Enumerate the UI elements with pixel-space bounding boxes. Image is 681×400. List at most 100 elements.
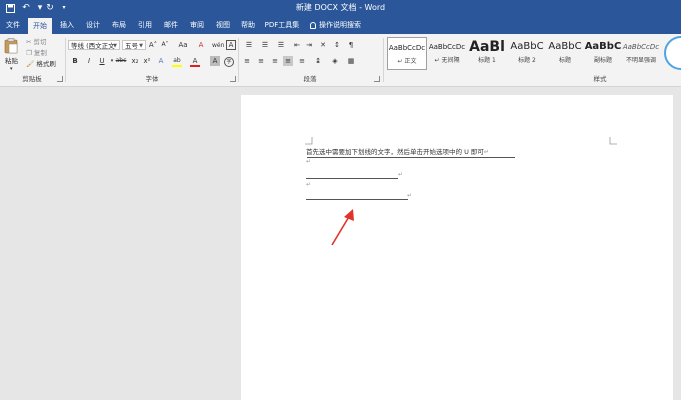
highlight-button[interactable]: ab xyxy=(172,56,182,67)
grow-font-button[interactable]: A˄ xyxy=(148,40,158,50)
ribbon-tab-bar: 文件 开始 插入 设计 布局 引用 邮件 审阅 视图 帮助 PDF工具集 操作说… xyxy=(0,16,681,34)
tab-pdf-tools[interactable]: PDF工具集 xyxy=(262,16,302,34)
align-center-button[interactable]: ≡ xyxy=(256,56,266,66)
tab-insert[interactable]: 插入 xyxy=(56,16,78,34)
tab-file[interactable]: 文件 xyxy=(2,16,24,34)
highlight-color-bar xyxy=(172,65,182,67)
justify-icon: ≡ xyxy=(285,57,291,65)
style-subtitle[interactable]: AaBbC 副标题 xyxy=(583,37,623,70)
change-case-button[interactable]: Aa xyxy=(176,40,190,50)
cut-button[interactable]: ✂ 剪切 xyxy=(26,37,47,47)
group-divider xyxy=(238,38,239,82)
align-left-button[interactable]: ≡ xyxy=(242,56,252,66)
numbering-icon: ☰ xyxy=(261,41,269,49)
lightbulb-icon xyxy=(310,21,316,29)
format-painter-button[interactable]: 🖌 格式刷 xyxy=(26,59,56,69)
tab-references[interactable]: 引用 xyxy=(134,16,156,34)
char-border-button[interactable]: A xyxy=(226,40,236,50)
paste-button[interactable] xyxy=(4,38,20,54)
paragraph-mark: ↵ xyxy=(306,181,312,188)
align-right-icon: ≡ xyxy=(272,57,278,65)
tab-layout[interactable]: 布局 xyxy=(108,16,130,34)
distributed-button[interactable]: ≡ xyxy=(297,56,307,66)
style-subtle-emphasis[interactable]: AaBbCcDc 不明显强调 xyxy=(622,37,660,70)
decrease-indent-button[interactable]: ⇤ xyxy=(292,40,302,50)
tell-me-search[interactable]: 操作说明搜索 xyxy=(310,16,370,34)
char-shading-button[interactable]: A xyxy=(210,56,220,66)
document-line-1[interactable]: 首先选中需要加下划线的文字，然后单击开始选项中的 U 即可↵ xyxy=(306,148,489,157)
margin-corner-top-right xyxy=(609,137,617,145)
superscript-button[interactable]: x² xyxy=(142,56,152,66)
show-marks-button[interactable]: ¶ xyxy=(346,40,356,50)
paragraph-mark: ↵ xyxy=(483,148,490,156)
chinese-layout-button[interactable]: ✕ xyxy=(318,40,328,50)
clear-formatting-button[interactable]: A xyxy=(196,40,206,50)
decrease-indent-icon: ⇤ xyxy=(294,41,300,49)
style-no-spacing[interactable]: AaBbCcDc ↵ 无间隔 xyxy=(427,37,467,70)
multilevel-list-icon: ☰ xyxy=(277,41,285,49)
annotation-arrow xyxy=(331,209,354,246)
chevron-down-icon: ▼ xyxy=(113,43,117,49)
paste-dropdown-icon[interactable]: ▾ xyxy=(10,64,13,74)
increase-indent-icon: ⇥ xyxy=(306,41,312,49)
align-right-button[interactable]: ≡ xyxy=(270,56,280,66)
bullets-button[interactable]: ☰ xyxy=(242,40,256,50)
line-spacing-button[interactable]: ↨ xyxy=(313,56,323,66)
font-name-dropdown[interactable]: 等线 (西文正文 ▼ xyxy=(68,40,120,50)
enclose-char-button[interactable]: 字 xyxy=(224,56,234,67)
font-color-bar xyxy=(190,65,200,67)
numbering-button[interactable]: ☰ xyxy=(258,40,272,50)
chevron-down-icon: ▼ xyxy=(139,43,143,49)
font-size-dropdown[interactable]: 五号 ▼ xyxy=(122,40,146,50)
tab-home[interactable]: 开始 xyxy=(28,18,52,34)
tab-review[interactable]: 审阅 xyxy=(186,16,208,34)
line-spacing-icon: ↨ xyxy=(315,57,321,65)
copy-icon: ❐ xyxy=(26,49,32,57)
sort-button[interactable]: ↕ xyxy=(332,40,342,50)
justify-button[interactable]: ≡ xyxy=(283,56,293,66)
bold-button[interactable]: B xyxy=(70,56,80,66)
underline-blank-2[interactable] xyxy=(306,199,408,200)
subscript-button[interactable]: x₂ xyxy=(130,56,140,66)
styles-group-label: 样式 xyxy=(593,75,607,83)
tab-view[interactable]: 视图 xyxy=(212,16,234,34)
style-normal[interactable]: AaBbCcDc ↵ 正文 xyxy=(387,37,427,70)
style-heading-2[interactable]: AaBbC 标题 2 xyxy=(507,37,547,70)
tab-help[interactable]: 帮助 xyxy=(237,16,259,34)
tab-design[interactable]: 设计 xyxy=(82,16,104,34)
group-divider xyxy=(383,38,384,82)
shrink-font-button[interactable]: A˅ xyxy=(160,40,170,50)
line-1-underline xyxy=(307,157,515,158)
copy-button[interactable]: ❐ 复制 xyxy=(26,48,47,58)
ribbon: 粘贴 ▾ ✂ 剪切 ❐ 复制 🖌 格式刷 剪贴板 等线 (西文正文 ▼ 五号 ▼ A… xyxy=(0,34,681,87)
paragraph-launcher-icon[interactable] xyxy=(374,76,380,82)
phonetic-guide-button[interactable]: wén xyxy=(212,40,225,50)
multilevel-list-button[interactable]: ☰ xyxy=(274,40,288,50)
text-effects-button[interactable]: A xyxy=(156,56,166,66)
style-heading-1[interactable]: AaBl 标题 1 xyxy=(467,37,507,70)
strikethrough-button[interactable]: abc xyxy=(114,56,128,66)
paragraph-mark-cursor: ↵ xyxy=(407,192,413,199)
phonetic-guide-icon: wén xyxy=(212,42,225,49)
scissors-icon: ✂ xyxy=(26,38,32,46)
shading-button[interactable]: ◈ xyxy=(330,56,340,66)
sort-icon: ↕ xyxy=(334,41,340,49)
font-launcher-icon[interactable] xyxy=(230,76,236,82)
font-color-button[interactable]: A xyxy=(190,56,200,67)
document-title: 新建 DOCX 文档 - Word xyxy=(295,3,386,12)
align-left-icon: ≡ xyxy=(244,57,250,65)
borders-button[interactable]: ▦ xyxy=(346,56,356,66)
underline-blank-1[interactable] xyxy=(306,178,398,179)
chinese-layout-icon: ✕ xyxy=(320,41,326,49)
title-bar: ↶ ▾ ↻ ▾ 新建 DOCX 文档 - Word xyxy=(0,0,681,16)
underline-button[interactable]: U xyxy=(97,56,107,66)
increase-indent-button[interactable]: ⇥ xyxy=(304,40,314,50)
font-group-label: 字体 xyxy=(145,75,159,83)
clipboard-launcher-icon[interactable] xyxy=(57,76,63,82)
italic-button[interactable]: I xyxy=(84,56,94,66)
pilcrow-icon: ¶ xyxy=(348,41,354,49)
style-title[interactable]: AaBbC 标题 xyxy=(545,37,585,70)
tab-mailings[interactable]: 邮件 xyxy=(160,16,182,34)
borders-icon: ▦ xyxy=(347,57,355,65)
document-page[interactable]: 首先选中需要加下划线的文字，然后单击开始选项中的 U 即可↵ ↵ ↵ ↵ ↵ xyxy=(241,95,673,400)
